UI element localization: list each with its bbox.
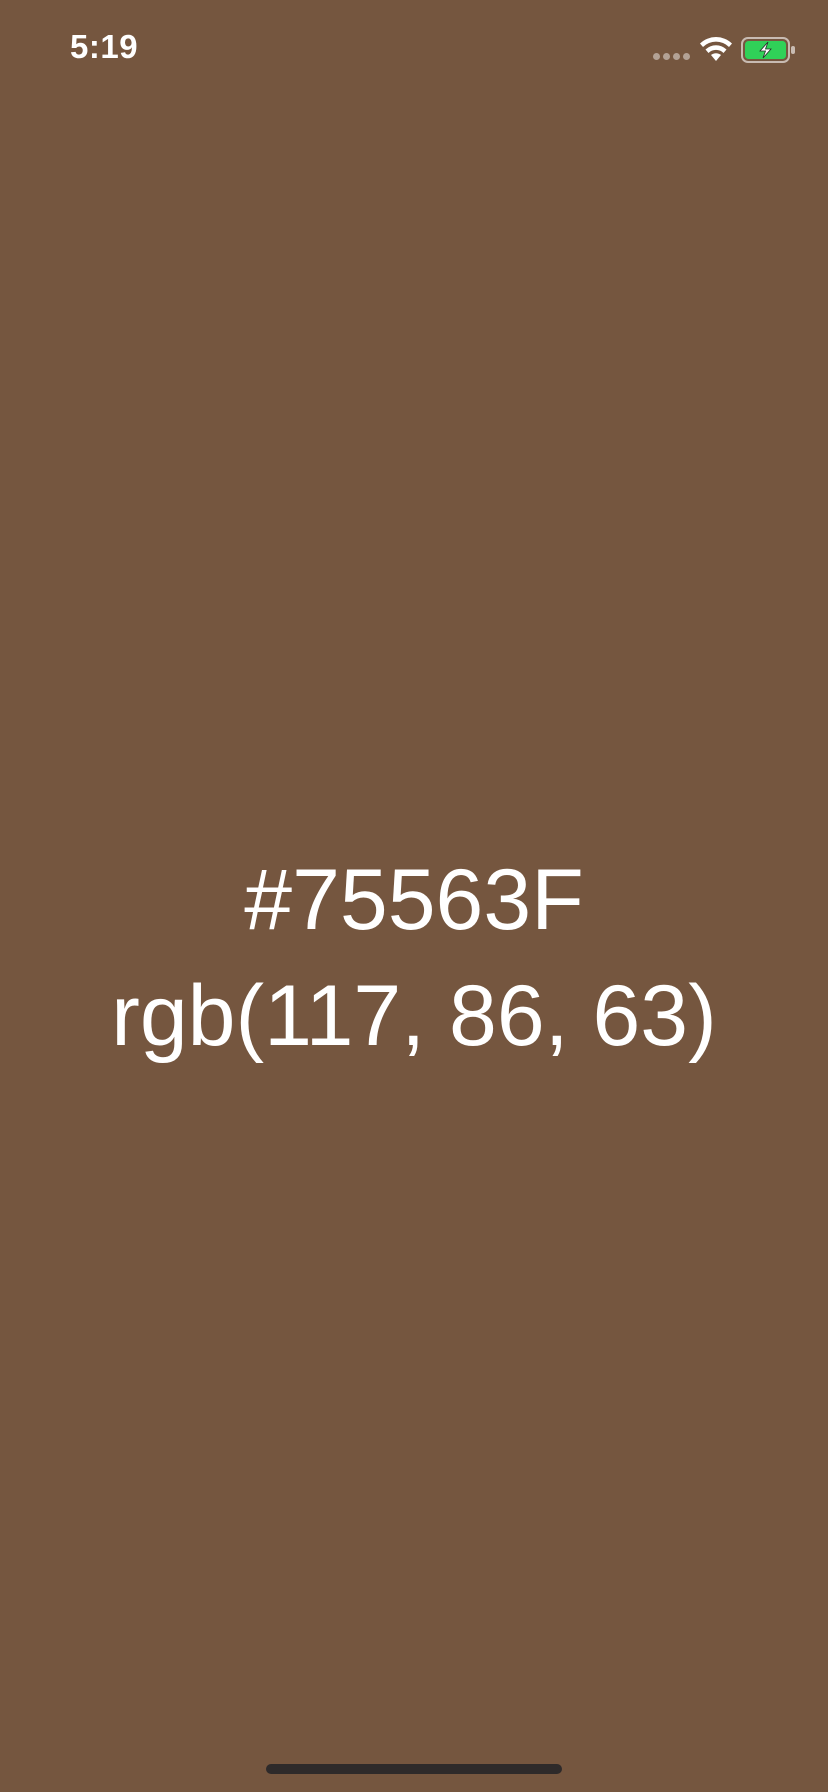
status-time: 5:19 bbox=[70, 28, 139, 65]
battery-charging-icon bbox=[741, 37, 795, 63]
cellular-signal-icon bbox=[653, 53, 691, 61]
hex-color-label: #75563F bbox=[244, 852, 584, 948]
wifi-icon bbox=[700, 37, 732, 61]
status-bar: 5:19 bbox=[0, 0, 828, 100]
home-indicator[interactable] bbox=[266, 1764, 562, 1774]
rgb-color-label: rgb(117, 86, 63) bbox=[111, 968, 717, 1064]
